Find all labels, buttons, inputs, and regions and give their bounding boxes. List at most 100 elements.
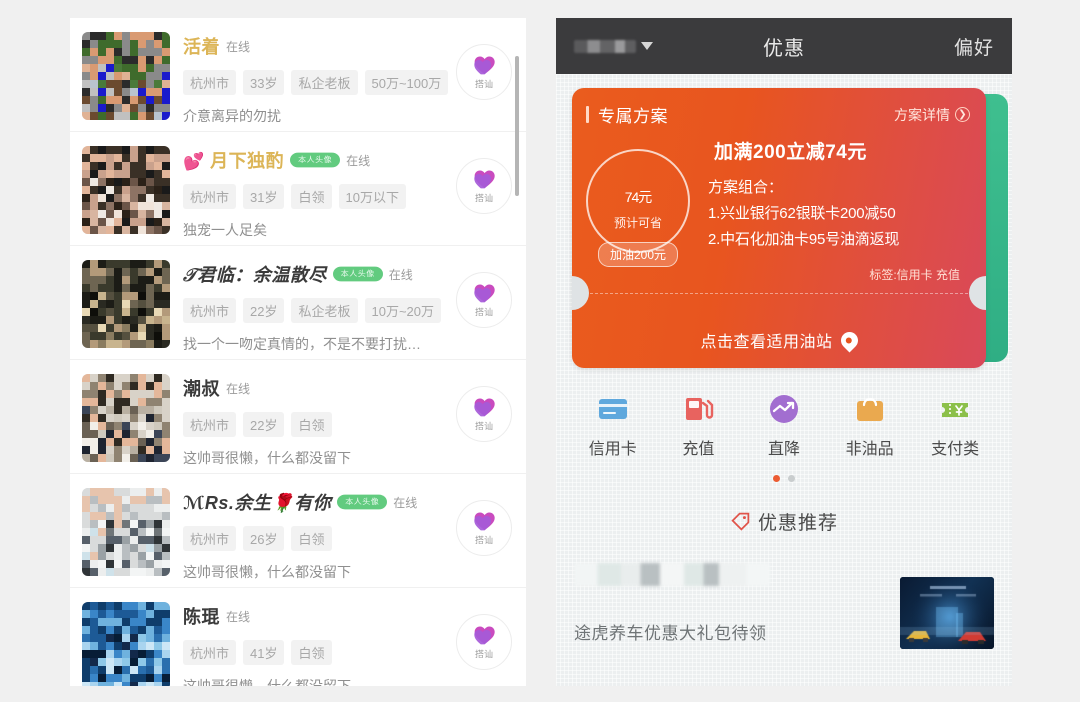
user-name-line: 陈琨 在线 [183,603,450,629]
fuel-amount-pill: 加油200元 [597,242,679,267]
greet-button[interactable]: 搭讪 [456,44,512,100]
verified-photo-badge: 本人头像 [337,494,388,510]
category-item-fuel-pump[interactable]: 充值 [661,392,735,459]
user-name: 月下独酌 [210,151,285,171]
user-info: ℳRs.余生🌹有你 本人头像 在线 杭州市 26岁 白领 这帅哥很懒，什么都没留下 [170,486,450,582]
user-bio: 介意离异的勿扰 [183,108,281,124]
category-item-shopping-bag[interactable]: 非油品 [833,392,907,459]
user-tags: 杭州市 22岁 私企老板 10万~20万 [183,298,450,323]
user-avatar[interactable] [82,32,170,120]
user-tag: 杭州市 [183,70,237,95]
user-avatar[interactable] [82,488,170,576]
user-tag: 22岁 [243,298,285,323]
location-pin-icon [836,327,862,353]
online-status: 在线 [388,267,413,282]
greet-button[interactable]: 搭讪 [456,272,512,328]
user-avatar[interactable] [82,260,170,348]
shopping-bag-icon [853,392,887,426]
user-tag: 白领 [291,412,332,437]
user-tag: 22岁 [243,412,285,437]
card-perforation-divider [590,293,968,294]
plan-detail-link[interactable]: 方案详情 ❯ [894,105,970,125]
user-tags: 杭州市 22岁 白领 [183,412,450,437]
user-info: 活着 在线 杭州市 33岁 私企老板 50万~100万 介意离异的勿扰 [170,30,450,126]
user-tag: 10万以下 [338,184,406,209]
recommend-section-title: 优惠推荐 [556,508,1012,535]
user-tag: 10万~20万 [364,298,442,323]
greet-button[interactable]: 搭讪 [456,386,512,442]
category-item-price-drop[interactable]: 直降 [747,392,821,459]
user-avatar[interactable] [82,374,170,462]
user-info: 陈琨 在线 杭州市 41岁 白领 这帅哥很懒，什么都没留下 [170,600,450,686]
online-status: 在线 [226,381,251,396]
chevron-right-icon: ❯ [955,107,970,122]
online-status: 在线 [393,495,418,510]
greet-button[interactable]: 搭讪 [456,158,512,214]
coupon-card-title: 专属方案 [598,107,668,126]
category-item-credit-card[interactable]: 信用卡 [576,392,650,459]
city-dropdown[interactable] [574,39,653,53]
view-stations-action[interactable]: 点击查看适用油站 [572,327,986,353]
coupon-card-header: 专属方案 方案详情 ❯ [572,88,986,127]
user-list-item[interactable]: 𝒯君临：余温散尽 本人头像 在线 杭州市 22岁 私企老板 10万~20万 找一个一吻定真情的… [70,246,526,360]
preference-button[interactable]: 偏好 [954,33,994,60]
pagination-dot[interactable] [788,475,795,482]
user-tag: 白领 [291,640,332,665]
voucher-icon [938,392,972,426]
accent-bar [586,106,589,123]
savings-amount: 74元 [624,188,653,205]
user-tag: 杭州市 [183,184,237,209]
user-list-item[interactable]: 💕 月下独酌 本人头像 在线 杭州市 31岁 白领 10万以下 独宠一人足矣 搭讪 [70,132,526,246]
user-bio: 这帅哥很懒，什么都没留下 [183,564,351,580]
double-heart-icon [473,54,496,76]
list-scrollbar[interactable] [515,56,519,196]
user-list-item[interactable]: 活着 在线 杭州市 33岁 私企老板 50万~100万 介意离异的勿扰搭讪 [70,18,526,132]
user-name: 𝒯君临：余温散尽 [183,265,327,285]
user-tag: 私企老板 [291,70,358,95]
credit-card-icon [596,392,630,426]
double-heart-icon [473,510,496,532]
greet-button-label: 搭讪 [474,535,493,545]
greet-button-label: 搭讪 [474,307,493,317]
category-label: 直降 [767,441,800,458]
user-list-item[interactable]: ℳRs.余生🌹有你 本人头像 在线 杭州市 26岁 白领 这帅哥很懒，什么都没留下 搭讪 [70,474,526,588]
category-label: 充值 [682,441,715,458]
user-list: 活着 在线 杭州市 33岁 私企老板 50万~100万 介意离异的勿扰 搭讪 💕 月下独酌 本人头像… [70,18,526,686]
category-item-voucher[interactable]: 支付类 [918,392,992,459]
user-list-item[interactable]: 陈琨 在线 杭州市 41岁 白领 这帅哥很懒，什么都没留下 搭讪 [70,588,526,686]
recommend-title-text: 优惠推荐 [757,513,838,534]
category-label: 支付类 [931,441,980,458]
user-avatar[interactable] [82,146,170,234]
pagination-dot[interactable] [773,475,780,482]
user-name-line: 𝒯君临：余温散尽 本人头像 在线 [183,261,450,287]
user-tags: 杭州市 31岁 白领 10万以下 [183,184,450,209]
recommend-item-title-blurred [574,563,770,586]
combo-label: 方案组合： [708,179,784,196]
coupon-card[interactable]: 专属方案 方案详情 ❯ 74元 预计可省 加油200元 加满200立减74元 方… [572,88,986,368]
savings-caption: 预计可省 [613,215,662,230]
verified-photo-badge: 本人头像 [290,152,341,168]
greet-button-label: 搭讪 [474,79,493,89]
user-name-line: ℳRs.余生🌹有你 本人头像 在线 [183,489,450,515]
user-tag: 31岁 [243,184,285,209]
user-tag: 白领 [291,526,332,551]
user-info: 𝒯君临：余温散尽 本人头像 在线 杭州市 22岁 私企老板 10万~20万 找一个一吻定真情的… [170,258,450,354]
user-tag: 杭州市 [183,526,237,551]
coupon-app-panel: 优惠 偏好 专属方案 方案详情 ❯ 74元 预计可省 加油200元 加满200立… [556,18,1012,686]
user-tag: 26岁 [243,526,285,551]
user-name: ℳRs.余生🌹有你 [183,493,332,513]
recommend-item-thumbnail[interactable] [900,577,994,649]
user-list-item[interactable]: 潮叔 在线 杭州市 22岁 白领 这帅哥很懒，什么都没留下 搭讪 [70,360,526,474]
verified-photo-badge: 本人头像 [332,266,383,282]
user-tag: 41岁 [243,640,285,665]
double-heart-icon [473,282,496,304]
user-info: 潮叔 在线 杭州市 22岁 白领 这帅哥很懒，什么都没留下 [170,372,450,468]
city-name-blurred [574,39,636,53]
online-status: 在线 [226,609,251,624]
greet-button[interactable]: 搭讪 [456,500,512,556]
greet-button[interactable]: 搭讪 [456,614,512,670]
recommend-item[interactable]: 途虎养车优惠大礼包待领 [556,563,1012,663]
user-avatar[interactable] [82,602,170,686]
fuel-pump-icon [681,392,715,426]
category-label: 信用卡 [588,441,637,458]
